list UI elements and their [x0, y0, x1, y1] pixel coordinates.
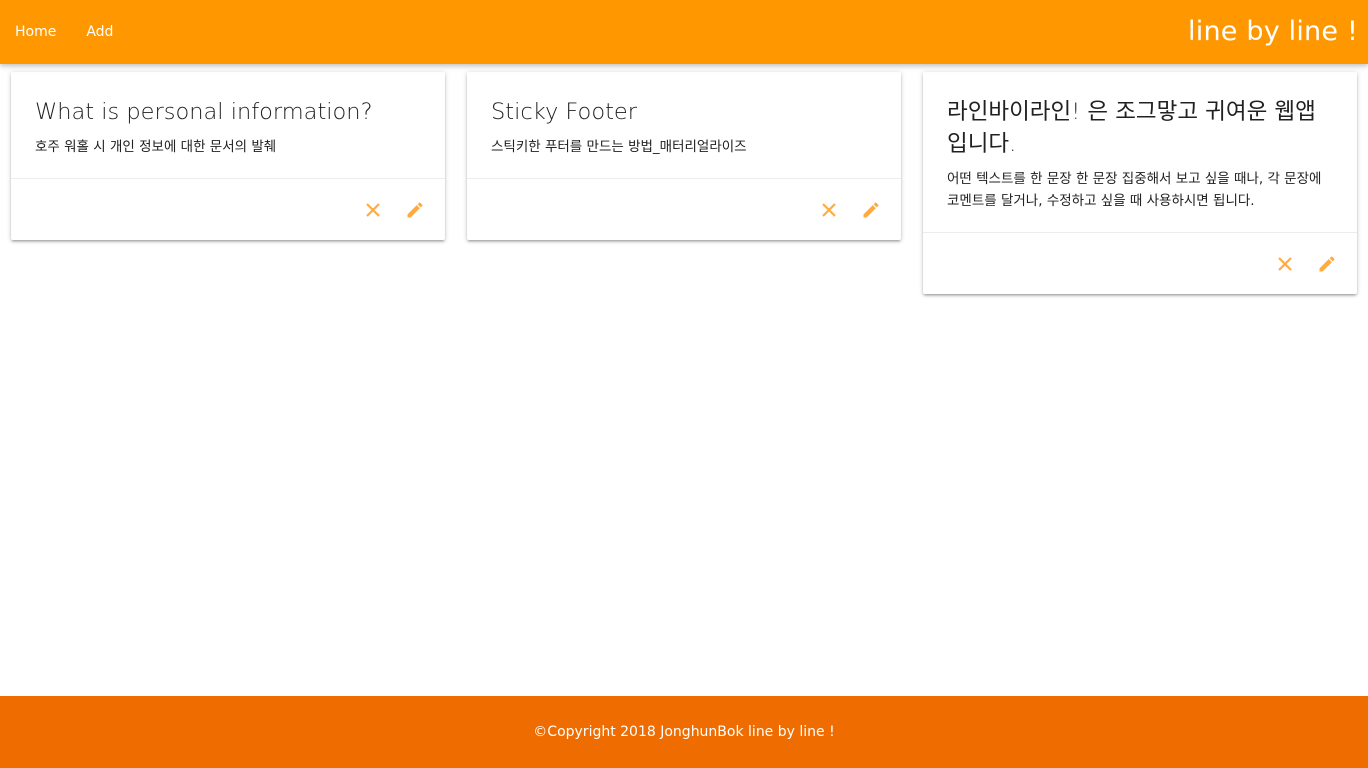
- copyright-text: ©Copyright 2018 JonghunBok line by line …: [533, 724, 835, 740]
- edit-button[interactable]: [399, 194, 431, 226]
- close-icon: [1278, 256, 1292, 271]
- card-actions: [923, 232, 1357, 294]
- card-title: 라인바이라인! 은 조그맣고 귀여운 웹앱 입니다.: [947, 99, 1316, 157]
- card-text: 스틱키한 푸터를 만드는 방법_매터리얼라이즈: [491, 139, 747, 155]
- nav-home-link[interactable]: Home: [0, 0, 71, 64]
- card-title: What is personal information?: [35, 99, 373, 125]
- close-icon: [822, 202, 836, 217]
- card-actions: [11, 178, 445, 240]
- top-navbar: Home Add line by line !: [0, 0, 1368, 64]
- card-content: 라인바이라인! 은 조그맣고 귀여운 웹앱 입니다. 어떤 텍스트를 한 문장 …: [923, 72, 1357, 232]
- delete-button[interactable]: [813, 194, 845, 226]
- brand-logo[interactable]: line by line !: [1188, 0, 1358, 64]
- close-icon: [366, 202, 380, 217]
- delete-button[interactable]: [357, 194, 389, 226]
- pencil-icon: [863, 201, 879, 217]
- edit-button[interactable]: [1311, 248, 1343, 280]
- nav-add-link[interactable]: Add: [71, 0, 128, 64]
- nav-links: Home Add: [0, 0, 128, 64]
- card-content: What is personal information? 호주 워홀 시 개인…: [11, 72, 445, 178]
- card-text: 호주 워홀 시 개인 정보에 대한 문서의 발췌: [35, 139, 277, 155]
- card-content: Sticky Footer 스틱키한 푸터를 만드는 방법_매터리얼라이즈: [467, 72, 901, 178]
- card-text: 어떤 텍스트를 한 문장 한 문장 집중해서 보고 싶을 때나, 각 문장에 코…: [947, 171, 1322, 209]
- pencil-icon: [1319, 255, 1335, 271]
- card-title: Sticky Footer: [491, 99, 638, 125]
- pencil-icon: [407, 201, 423, 217]
- card: What is personal information? 호주 워홀 시 개인…: [11, 72, 445, 240]
- card: Sticky Footer 스틱키한 푸터를 만드는 방법_매터리얼라이즈: [467, 72, 901, 240]
- card-actions: [467, 178, 901, 240]
- delete-button[interactable]: [1269, 248, 1301, 280]
- page-footer: ©Copyright 2018 JonghunBok line by line …: [0, 696, 1368, 768]
- card: 라인바이라인! 은 조그맣고 귀여운 웹앱 입니다. 어떤 텍스트를 한 문장 …: [923, 72, 1357, 294]
- edit-button[interactable]: [855, 194, 887, 226]
